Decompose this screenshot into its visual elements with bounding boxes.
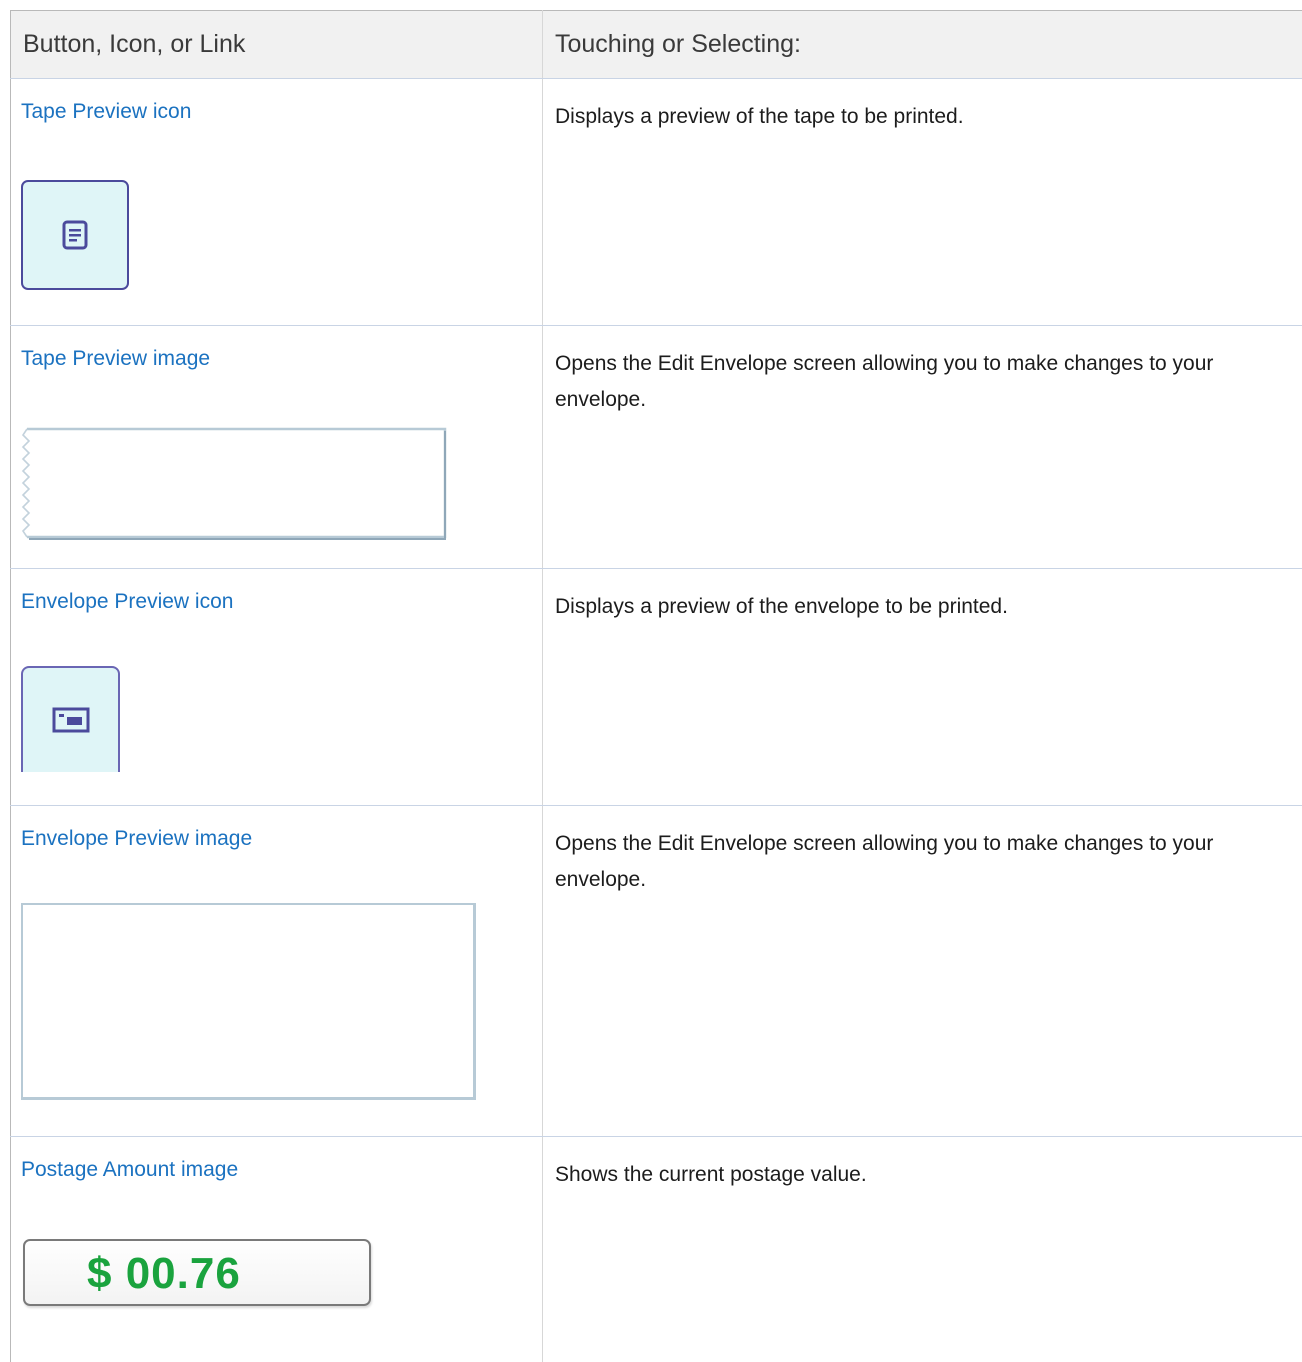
description-cell: Shows the current postage value. (543, 1137, 1302, 1362)
envelope-preview-image[interactable] (21, 903, 476, 1100)
item-cell: Postage Amount image $ 00.76 (11, 1137, 543, 1362)
item-description: Displays a preview of the envelope to be… (543, 569, 1302, 625)
table-row: Tape Preview icon Displays a preview of … (11, 79, 1302, 326)
header-button-icon-link: Button, Icon, or Link (11, 11, 543, 79)
item-cell: Envelope Preview image (11, 806, 543, 1137)
tape-preview-image[interactable] (21, 427, 449, 541)
button-reference-table: Button, Icon, or Link Touching or Select… (10, 10, 1302, 1362)
item-description: Shows the current postage value. (543, 1137, 1302, 1193)
tape-list-icon (62, 220, 88, 250)
postage-amount-image-link[interactable]: Postage Amount image (21, 1158, 238, 1182)
item-description: Displays a preview of the tape to be pri… (543, 79, 1302, 135)
item-cell: Envelope Preview icon (11, 569, 543, 806)
envelope-preview-icon-link[interactable]: Envelope Preview icon (21, 590, 233, 614)
table-row: Envelope Preview icon Displays a preview… (11, 569, 1302, 806)
envelope-preview-image-link[interactable]: Envelope Preview image (21, 827, 252, 851)
item-cell: Tape Preview image (11, 326, 543, 569)
item-description: Opens the Edit Envelope screen allowing … (543, 806, 1302, 898)
item-description: Opens the Edit Envelope screen allowing … (543, 326, 1302, 418)
tape-preview-icon-link[interactable]: Tape Preview icon (21, 100, 191, 124)
tape-preview-image-link[interactable]: Tape Preview image (21, 347, 210, 371)
header-touching-selecting: Touching or Selecting: (543, 11, 1302, 79)
envelope-icon (52, 707, 90, 733)
table-row: Postage Amount image $ 00.76 Shows the c… (11, 1137, 1302, 1362)
table-row: Envelope Preview image Opens the Edit En… (11, 806, 1302, 1137)
table-header-row: Button, Icon, or Link Touching or Select… (11, 11, 1302, 79)
envelope-preview-icon-button[interactable] (21, 666, 120, 772)
description-cell: Displays a preview of the envelope to be… (543, 569, 1302, 806)
postage-value: $ 00.76 (87, 1249, 241, 1299)
description-cell: Opens the Edit Envelope screen allowing … (543, 806, 1302, 1137)
postage-amount-display[interactable]: $ 00.76 (23, 1239, 371, 1306)
item-cell: Tape Preview icon (11, 79, 543, 326)
description-cell: Opens the Edit Envelope screen allowing … (543, 326, 1302, 569)
tape-preview-icon-button[interactable] (21, 180, 129, 290)
description-cell: Displays a preview of the tape to be pri… (543, 79, 1302, 326)
table-row: Tape Preview image Opens the Edit Envelo… (11, 326, 1302, 569)
